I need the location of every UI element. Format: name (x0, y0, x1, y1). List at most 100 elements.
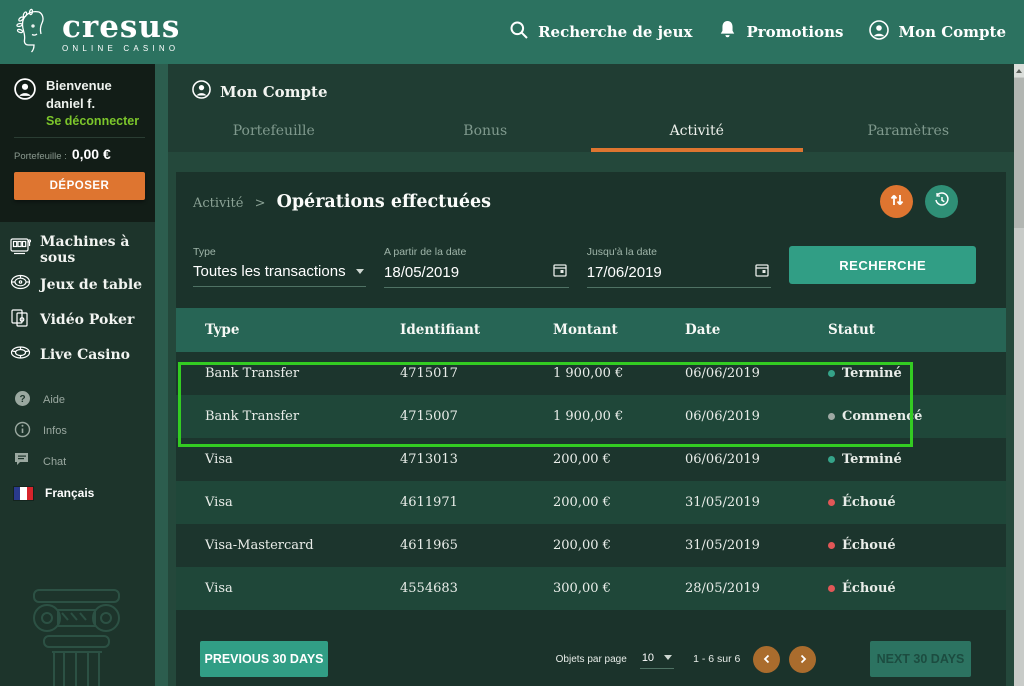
divider (14, 137, 145, 138)
chat-icon (14, 452, 31, 471)
svg-text:?: ? (19, 394, 25, 405)
search-button[interactable]: RECHERCHE (789, 246, 976, 284)
nav-search-games[interactable]: Recherche de jeux (509, 20, 692, 44)
table-row[interactable]: Bank Transfer 4715007 1 900,00 € 06/06/2… (176, 395, 1006, 438)
table-row[interactable]: Visa 4611971 200,00 € 31/05/2019 Échoué (176, 481, 1006, 524)
nav-search-label: Recherche de jeux (538, 23, 692, 41)
table-row[interactable]: Visa 4554683 300,00 € 28/05/2019 Échoué (176, 567, 1006, 610)
table-header-row: Type Identifiant Montant Date Statut (176, 308, 1006, 352)
sidebar-item-label: Chat (43, 456, 66, 468)
sidebar-item-label: Live Casino (40, 347, 130, 363)
scrollbar-up-button[interactable] (1014, 64, 1024, 77)
logo[interactable]: cresus ONLINE CASINO (12, 7, 180, 57)
user-circle-icon (869, 20, 889, 44)
cell-type: Visa (205, 495, 400, 510)
language-selector[interactable]: Français (0, 477, 155, 509)
cell-montant: 300,00 € (553, 581, 685, 596)
cell-type: Visa (205, 452, 400, 467)
nav-promotions-label: Promotions (746, 23, 843, 41)
status-dot-icon (828, 413, 835, 420)
cell-statut: Échoué (828, 538, 1006, 553)
tab-parametres[interactable]: Paramètres (803, 110, 1015, 152)
sidebar-item-video-poker[interactable]: Vidéo Poker (10, 302, 155, 337)
search-icon (509, 20, 529, 44)
cell-montant: 1 900,00 € (553, 366, 685, 381)
pagination-range: 1 - 6 sur 6 (693, 653, 740, 665)
nav-account[interactable]: Mon Compte (869, 20, 1006, 44)
user-avatar-icon (14, 78, 36, 128)
transactions-button[interactable] (880, 185, 913, 218)
sidebar-menu: Machines à sous Jeux de table (0, 222, 155, 372)
table-row[interactable]: Visa 4713013 200,00 € 06/06/2019 Terminé (176, 438, 1006, 481)
sidebar-item-live-casino[interactable]: Live Casino (10, 337, 155, 372)
top-header: cresus ONLINE CASINO Recherche de jeux (0, 0, 1024, 64)
up-down-arrows-icon (889, 192, 905, 211)
calendar-icon[interactable] (553, 263, 567, 281)
screen: cresus ONLINE CASINO Recherche de jeux (0, 0, 1024, 686)
chevron-down-icon (356, 269, 364, 274)
sidebar-item-label: Jeux de table (40, 277, 142, 293)
status-dot-icon (828, 585, 835, 592)
status-badge: Terminé (842, 366, 902, 381)
language-label: Français (45, 486, 94, 500)
cell-identifiant: 4715007 (400, 409, 553, 424)
history-button[interactable] (925, 185, 958, 218)
per-page-select[interactable]: 10 (640, 650, 674, 669)
cell-identifiant: 4715017 (400, 366, 553, 381)
page-next-button[interactable] (789, 646, 816, 673)
cell-identifiant: 4611971 (400, 495, 553, 510)
logout-link[interactable]: Se déconnecter (46, 114, 139, 128)
status-badge: Échoué (842, 581, 896, 596)
bell-icon (718, 20, 737, 44)
cell-montant: 200,00 € (553, 452, 685, 467)
tab-activite[interactable]: Activité (591, 110, 803, 152)
cell-statut: Commencé (828, 409, 1006, 424)
cell-date: 31/05/2019 (685, 495, 828, 510)
per-page-value: 10 (642, 652, 654, 664)
sidebar-item-help[interactable]: ? Aide (14, 384, 155, 415)
user-panel: Bienvenue daniel f. Se déconnecter Porte… (0, 64, 155, 222)
cresus-head-icon (12, 7, 54, 57)
from-date-input[interactable]: 18/05/2019 (384, 258, 569, 288)
account-tabs: Portefeuille Bonus Activité Paramètres (168, 110, 1014, 152)
top-nav: Recherche de jeux Promotions (509, 20, 1006, 44)
cell-identifiant: 4611965 (400, 538, 553, 553)
table-row[interactable]: Visa-Mastercard 4611965 200,00 € 31/05/2… (176, 524, 1006, 567)
status-dot-icon (828, 542, 835, 549)
account-title-label: Mon Compte (220, 83, 328, 101)
type-select-value: Toutes les transactions (193, 263, 346, 280)
scrollbar-thumb[interactable] (1014, 78, 1024, 228)
main-content: Mon Compte Portefeuille Bonus Activité P… (155, 64, 1014, 686)
breadcrumb-row: Activité > Opérations effectuées (176, 172, 1006, 228)
cell-statut: Échoué (828, 495, 1006, 510)
scrollbar[interactable] (1014, 64, 1024, 686)
pagination-bar: PREVIOUS 30 DAYS Objets par page 10 1 - … (176, 641, 1006, 677)
tab-bonus[interactable]: Bonus (380, 110, 592, 152)
table-row[interactable]: Bank Transfer 4715017 1 900,00 € 06/06/2… (176, 352, 1006, 395)
wallet-label: Portefeuille : (14, 151, 67, 162)
page-previous-button[interactable] (753, 646, 780, 673)
cell-montant: 200,00 € (553, 538, 685, 553)
logo-subtitle: ONLINE CASINO (62, 45, 180, 53)
sidebar-item-infos[interactable]: Infos (14, 415, 155, 446)
status-dot-icon (828, 499, 835, 506)
calendar-icon[interactable] (755, 263, 769, 281)
col-header-identifiant: Identifiant (400, 322, 553, 338)
type-select[interactable]: Toutes les transactions (193, 258, 366, 287)
sidebar-item-chat[interactable]: Chat (14, 446, 155, 477)
cell-statut: Terminé (828, 452, 1006, 467)
sidebar-item-label: Infos (43, 425, 67, 437)
tab-portefeuille[interactable]: Portefeuille (168, 110, 380, 152)
nav-promotions[interactable]: Promotions (718, 20, 843, 44)
to-date-input[interactable]: 17/06/2019 (587, 258, 772, 288)
deposit-button[interactable]: DÉPOSER (14, 172, 145, 200)
cell-date: 06/06/2019 (685, 366, 828, 381)
breadcrumb-section[interactable]: Activité (193, 196, 243, 211)
status-badge: Terminé (842, 452, 902, 467)
from-date-label: A partir de la date (384, 246, 569, 258)
sidebar-item-table-games[interactable]: Jeux de table (10, 267, 155, 302)
cell-date: 06/06/2019 (685, 409, 828, 424)
previous-30-days-button[interactable]: PREVIOUS 30 DAYS (200, 641, 328, 677)
sidebar-item-slots[interactable]: Machines à sous (10, 232, 155, 267)
cards-icon (10, 308, 31, 332)
